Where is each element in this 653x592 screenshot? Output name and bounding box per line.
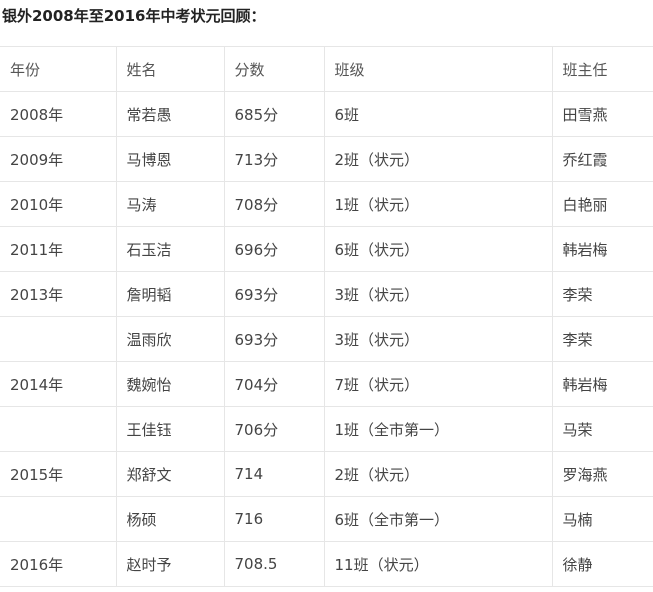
- cell-year: 2014年: [0, 361, 117, 407]
- cell-class: 6班（全市第一）: [323, 496, 553, 542]
- cell-score: 708分: [223, 181, 325, 227]
- cell-score: 704分: [223, 361, 325, 407]
- cell-year: 2011年: [0, 226, 117, 272]
- cell-teacher: 韩岩梅: [551, 361, 653, 407]
- header-class: 班级: [323, 46, 553, 92]
- table-header-row: 年份 姓名 分数 班级 班主任: [0, 46, 653, 92]
- cell-name: 马博恩: [115, 136, 225, 182]
- table-row: 2011年 石玉洁 696分 6班（状元） 韩岩梅: [0, 226, 653, 272]
- table-row: 2015年 郑舒文 714 2班（状元） 罗海燕: [0, 451, 653, 497]
- cell-name: 杨硕: [115, 496, 225, 542]
- header-teacher: 班主任: [551, 46, 653, 92]
- table-row: 2014年 魏婉怡 704分 7班（状元） 韩岩梅: [0, 361, 653, 407]
- table-row: 2010年 马涛 708分 1班（状元） 白艳丽: [0, 181, 653, 227]
- cell-teacher: 李荣: [551, 271, 653, 317]
- cell-name: 温雨欣: [115, 316, 225, 362]
- cell-teacher: 罗海燕: [551, 451, 653, 497]
- cell-teacher: 白艳丽: [551, 181, 653, 227]
- table-row: 2016年 赵时予 708.5 11班（状元） 徐静: [0, 541, 653, 587]
- cell-year: 2013年: [0, 271, 117, 317]
- cell-class: 2班（状元）: [323, 136, 553, 182]
- cell-year: [0, 406, 117, 452]
- cell-class: 3班（状元）: [323, 316, 553, 362]
- cell-year: [0, 316, 117, 362]
- cell-class: 1班（全市第一）: [323, 406, 553, 452]
- cell-teacher: 乔红霞: [551, 136, 653, 182]
- cell-class: 2班（状元）: [323, 451, 553, 497]
- cell-teacher: 韩岩梅: [551, 226, 653, 272]
- table-row: 2008年 常若愚 685分 6班 田雪燕: [0, 91, 653, 137]
- cell-score: 693分: [223, 316, 325, 362]
- cell-class: 11班（状元）: [323, 541, 553, 587]
- cell-name: 郑舒文: [115, 451, 225, 497]
- cell-name: 常若愚: [115, 91, 225, 137]
- cell-year: 2008年: [0, 91, 117, 137]
- table-row: 杨硕 716 6班（全市第一） 马楠: [0, 496, 653, 542]
- cell-class: 7班（状元）: [323, 361, 553, 407]
- cell-teacher: 马楠: [551, 496, 653, 542]
- cell-name: 石玉洁: [115, 226, 225, 272]
- cell-teacher: 李荣: [551, 316, 653, 362]
- cell-score: 706分: [223, 406, 325, 452]
- cell-year: 2016年: [0, 541, 117, 587]
- cell-score: 714: [223, 451, 325, 497]
- cell-teacher: 徐静: [551, 541, 653, 587]
- cell-name: 魏婉怡: [115, 361, 225, 407]
- header-year: 年份: [0, 46, 117, 92]
- table-row: 王佳钰 706分 1班（全市第一） 马荣: [0, 406, 653, 452]
- header-name: 姓名: [115, 46, 225, 92]
- cell-class: 3班（状元）: [323, 271, 553, 317]
- table-row: 温雨欣 693分 3班（状元） 李荣: [0, 316, 653, 362]
- cell-name: 赵时予: [115, 541, 225, 587]
- header-score: 分数: [223, 46, 325, 92]
- cell-class: 6班: [323, 91, 553, 137]
- cell-year: [0, 496, 117, 542]
- cell-score: 713分: [223, 136, 325, 182]
- cell-class: 6班（状元）: [323, 226, 553, 272]
- cell-name: 马涛: [115, 181, 225, 227]
- cell-score: 716: [223, 496, 325, 542]
- cell-score: 693分: [223, 271, 325, 317]
- cell-score: 696分: [223, 226, 325, 272]
- cell-score: 685分: [223, 91, 325, 137]
- cell-year: 2015年: [0, 451, 117, 497]
- top-scorers-table: 年份 姓名 分数 班级 班主任 2008年 常若愚 685分 6班 田雪燕 20…: [0, 46, 653, 587]
- cell-teacher: 马荣: [551, 406, 653, 452]
- cell-score: 708.5: [223, 541, 325, 587]
- table-row: 2013年 詹明韬 693分 3班（状元） 李荣: [0, 271, 653, 317]
- cell-year: 2010年: [0, 181, 117, 227]
- cell-year: 2009年: [0, 136, 117, 182]
- cell-name: 王佳钰: [115, 406, 225, 452]
- cell-name: 詹明韬: [115, 271, 225, 317]
- page-heading: 银外2008年至2016年中考状元回顾：: [2, 7, 266, 25]
- cell-class: 1班（状元）: [323, 181, 553, 227]
- table-row: 2009年 马博恩 713分 2班（状元） 乔红霞: [0, 136, 653, 182]
- cell-teacher: 田雪燕: [551, 91, 653, 137]
